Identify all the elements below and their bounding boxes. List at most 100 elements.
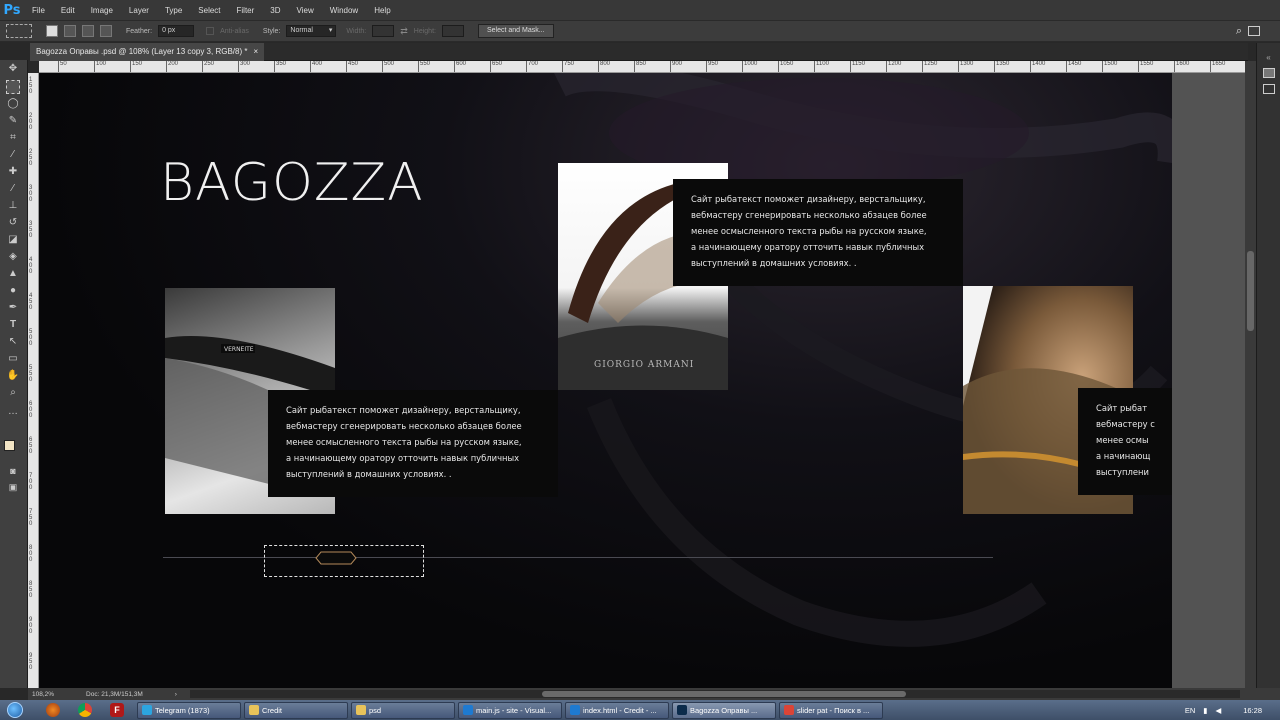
workspace-icon[interactable] [1248,26,1260,36]
menu-image[interactable]: Image [83,6,121,15]
brand-title: BAGOZZA [160,153,424,213]
volume-icon[interactable]: ◀ [1215,706,1221,715]
taskbar-task[interactable]: main.js - site - Visual... [458,701,562,719]
select-and-mask-button[interactable]: Select and Mask... [477,24,554,38]
width-input[interactable] [372,25,395,37]
ruler-tick-label: 1400 [1030,61,1045,72]
move-tool-icon[interactable]: ✥ [6,62,20,76]
chrome-icon[interactable] [78,703,92,717]
ruler-tick-label: 650 [29,437,33,455]
zoom-tool-icon[interactable]: ⌕ [6,386,20,400]
card-line: вебмастеру с [1096,419,1155,429]
pen-tool-icon[interactable]: ✒ [6,301,20,315]
ruler-tick-label: 200 [29,113,33,131]
menu-layer[interactable]: Layer [121,6,157,15]
marquee-tool-icon[interactable] [6,80,20,94]
menu-help[interactable]: Help [366,6,398,15]
feather-input[interactable]: 0 px [158,25,195,37]
ruler-tick-label: 750 [29,509,33,527]
menu-edit[interactable]: Edit [53,6,83,15]
menu-3d[interactable]: 3D [262,6,288,15]
task-app-icon [784,705,794,715]
brand-engraving: GIORGIO ARMANI [594,360,694,370]
menu-window[interactable]: Window [322,6,366,15]
path-select-icon[interactable]: ↖ [6,335,20,349]
lasso-tool-icon[interactable]: ◯ [6,97,20,111]
paint-bucket-icon[interactable]: ◈ [6,250,20,264]
vertical-scrollbar[interactable] [1245,61,1256,688]
antialias-checkbox[interactable] [206,27,215,35]
card-line: менее осмысленного текста рыбы на русско… [286,437,522,447]
hand-tool-icon[interactable]: ✋ [6,369,20,383]
text-card-center: Сайт рыбатекст поможет дизайнеру, верста… [673,179,963,286]
ruler-tick-label: 700 [526,61,538,72]
layers-panel-icon[interactable] [1262,68,1275,78]
horizontal-scroll-thumb[interactable] [542,691,906,697]
task-label: index.html - Credit - ... [583,705,657,715]
menu-file[interactable]: File [24,6,53,15]
document-canvas[interactable]: BAGOZZA VERNEITE Сайт рыбатекст поможет … [39,73,1172,688]
ruler-tick-label: 1500 [1102,61,1117,72]
firefox-icon[interactable] [46,703,60,717]
ruler-tick-label: 1000 [742,61,757,72]
add-selection-icon[interactable] [64,25,76,37]
menu-view[interactable]: View [289,6,322,15]
horizontal-scrollbar[interactable] [190,690,1240,698]
taskbar-task[interactable]: slider pat - Поиск в ... [779,701,883,719]
ruler-tick-label: 500 [382,61,394,72]
collapse-arrows-icon[interactable]: « [1257,53,1280,62]
task-app-icon [356,705,366,715]
feather-label: Feather: [126,27,153,35]
filezilla-icon[interactable]: F [110,703,124,717]
zoom-level[interactable]: 108,2% [32,691,54,698]
menu-filter[interactable]: Filter [229,6,263,15]
language-indicator[interactable]: EN [1185,706,1195,715]
swap-icon[interactable]: ⇄ [400,26,408,37]
brush-tool-icon[interactable]: ⁄ [6,182,20,196]
blur-tool-icon[interactable]: ▲ [6,267,20,281]
antialias-label: Anti-alias [220,27,249,35]
start-button[interactable] [0,700,30,720]
clock[interactable]: 16:28 [1243,706,1262,715]
rectangle-tool-icon[interactable]: ▭ [6,352,20,366]
close-tab-icon[interactable]: × [253,43,258,61]
ruler-tick-label: 1450 [1066,61,1081,72]
intersect-selection-icon[interactable] [100,25,112,37]
healing-brush-icon[interactable]: ✚ [6,165,20,179]
marquee-tool-preset-icon[interactable] [6,24,32,38]
height-input[interactable] [441,25,464,37]
vertical-scroll-thumb[interactable] [1247,251,1254,331]
clone-stamp-icon[interactable]: ⊥ [6,199,20,213]
taskbar-task[interactable]: index.html - Credit - ... [565,701,669,719]
text-card-left: Сайт рыбатекст поможет дизайнеру, верста… [268,390,558,497]
menu-select[interactable]: Select [190,6,228,15]
taskbar-task[interactable]: psd [351,701,455,719]
card-line: а начинающему оратору отточить навык пуб… [286,453,520,463]
style-select[interactable]: Normal ▾ [286,25,337,37]
subtract-selection-icon[interactable] [82,25,94,37]
document-tab[interactable]: Bagozza Оправы .psd @ 108% (Layer 13 cop… [30,43,265,61]
crop-tool-icon[interactable]: ⌗ [6,131,20,145]
history-brush-icon[interactable]: ↺ [6,216,20,230]
taskbar-task[interactable]: Credit [244,701,348,719]
network-icon[interactable]: ▮ [1203,706,1207,715]
taskbar-task[interactable]: Telegram (1873) [137,701,241,719]
quick-select-tool-icon[interactable]: ✎ [6,114,20,128]
more-tools-icon[interactable]: … [6,405,20,419]
menu-type[interactable]: Type [157,6,190,15]
eraser-tool-icon[interactable]: ◪ [6,233,20,247]
status-menu-arrow[interactable]: › [175,691,177,698]
eyedropper-tool-icon[interactable]: ⁄ [6,148,20,162]
quick-mask-icon[interactable]: ◙ [6,464,20,478]
screen-mode-icon[interactable]: ▣ [6,480,20,494]
new-selection-icon[interactable] [46,25,58,37]
adjustments-panel-icon[interactable] [1262,84,1275,94]
dodge-tool-icon[interactable]: ● [6,284,20,298]
search-icon[interactable]: ⌕ [1236,25,1242,38]
foreground-color-swatch[interactable] [4,440,15,451]
ruler-tick-label: 1100 [814,61,829,72]
type-tool-icon[interactable]: T [6,318,20,332]
task-label: psd [369,705,382,715]
taskbar-task[interactable]: Bagozza Оправы ... [672,701,776,719]
ruler-vertical: 150 200 250 300 350 400 450 500 550 600 650 700 750 8… [28,73,39,688]
